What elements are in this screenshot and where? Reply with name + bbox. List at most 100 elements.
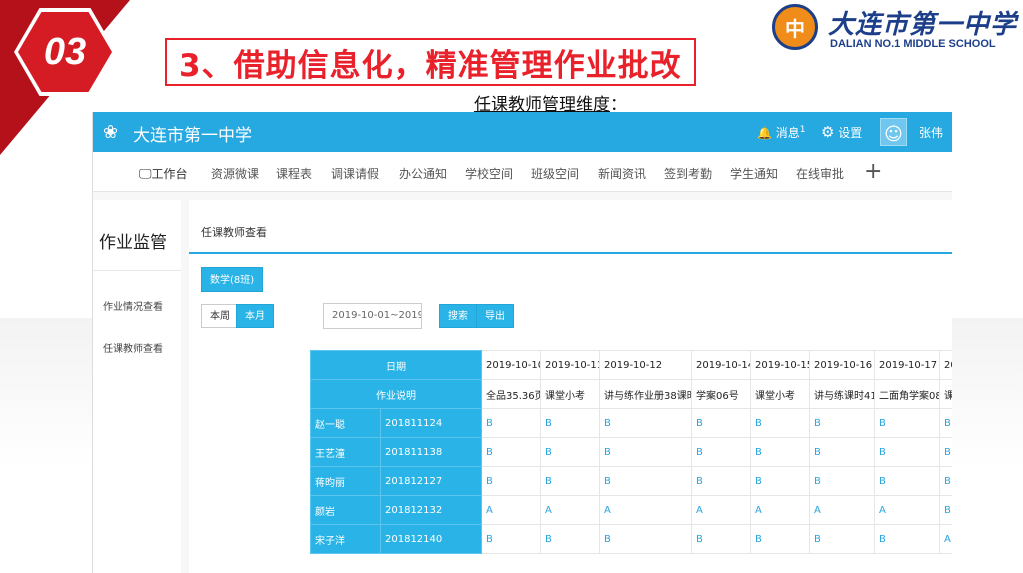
nav-item-leave[interactable]: 调课请假 — [331, 165, 379, 182]
table-row[interactable]: 宋子洋201812140BBBBBBBAB — [310, 524, 952, 554]
nav-item-office-notice[interactable]: 办公通知 — [399, 165, 447, 182]
gear-icon: ⚙ — [821, 123, 835, 141]
grade-cell[interactable]: B — [540, 437, 600, 467]
grade-cell[interactable]: B — [809, 466, 875, 496]
date-cell: 2019-10-10 — [481, 350, 541, 380]
grade-cell[interactable]: A — [874, 495, 940, 525]
grade-cell[interactable]: B — [750, 437, 810, 467]
description-cell: 讲与练课时41 — [809, 379, 875, 409]
grade-cell[interactable]: B — [939, 437, 952, 467]
student-name-cell[interactable]: 赵一聪 — [310, 408, 381, 438]
grade-cell[interactable]: A — [750, 495, 810, 525]
grade-cell[interactable]: B — [599, 466, 692, 496]
student-name-cell[interactable]: 颜岩 — [310, 495, 381, 525]
sidebar-item-teacher-view[interactable]: 任课教师查看 — [103, 340, 163, 355]
student-id-cell: 201811124 — [380, 408, 482, 438]
grade-cell[interactable]: B — [540, 524, 600, 554]
grade-cell[interactable]: B — [691, 408, 751, 438]
grade-cell[interactable]: A — [540, 495, 600, 525]
grade-cell[interactable]: A — [599, 495, 692, 525]
monitor-icon: 🖵 — [139, 167, 152, 182]
column-header-date: 日期 — [310, 350, 482, 380]
grade-cell[interactable]: B — [809, 437, 875, 467]
slide-title: 3、借助信息化，精准管理作业批改 — [165, 38, 696, 86]
description-cell: 讲与练作业册38课时 — [599, 379, 692, 409]
table-row[interactable]: 蒋昀丽201812127BBBBBBBBA — [310, 466, 952, 496]
search-button[interactable]: 搜索 — [439, 304, 477, 328]
school-name-en: DALIAN NO.1 MIDDLE SCHOOL — [830, 38, 996, 50]
date-range-input[interactable]: 2019-10-01~2019-1 — [323, 303, 422, 329]
table-header-dates: 日期 2019-10-10 2019-10-11 2019-10-12 2019-10-… — [310, 350, 952, 380]
period-this-month-button[interactable]: 本月 — [236, 304, 274, 328]
username[interactable]: 张伟 — [919, 124, 943, 141]
grade-cell[interactable]: B — [809, 408, 875, 438]
column-header-description: 作业说明 — [310, 379, 482, 409]
grade-cell[interactable]: B — [939, 495, 952, 525]
date-cell: 2019-10-14 — [691, 350, 751, 380]
user-avatar-icon[interactable]: ☺ — [880, 118, 907, 146]
subject-tab-math[interactable]: 数学(8班) — [201, 267, 264, 292]
homework-grade-table: 日期 2019-10-10 2019-10-11 2019-10-12 2019-10-… — [310, 350, 952, 573]
grade-cell[interactable]: B — [691, 524, 751, 554]
nav-item-resources[interactable]: 资源微课 — [211, 165, 259, 182]
grade-cell[interactable]: B — [691, 466, 751, 496]
grade-cell[interactable]: B — [599, 408, 692, 438]
table-row[interactable]: 赵一聪201811124BBBBBBBBB — [310, 408, 952, 438]
panel-title-underline — [189, 252, 952, 254]
period-this-week-button[interactable]: 本周 — [201, 304, 239, 328]
date-cell: 2019-10-12 — [599, 350, 692, 380]
grade-cell[interactable]: B — [874, 437, 940, 467]
grade-cell[interactable]: B — [750, 524, 810, 554]
student-name-cell[interactable]: 宋子洋 — [310, 524, 381, 554]
nav-item-attendance[interactable]: 签到考勤 — [664, 165, 712, 182]
grade-cell[interactable]: A — [809, 495, 875, 525]
export-button[interactable]: 导出 — [476, 304, 514, 328]
grade-cell[interactable]: B — [540, 466, 600, 496]
nav-item-online-approval[interactable]: 在线审批 — [796, 165, 844, 182]
main-panel: 任课教师查看 数学(8班) 本周 本月 2019-10-01~2019-1 搜索… — [189, 200, 952, 573]
nav-item-class-space[interactable]: 班级空间 — [531, 165, 579, 182]
table-row[interactable]: 王艺潼201811138BBBBBBBBB — [310, 437, 952, 467]
nav-add-icon[interactable]: + — [864, 159, 882, 184]
description-cell: 学案06号 — [691, 379, 751, 409]
student-name-cell[interactable]: 蒋昀丽 — [310, 466, 381, 496]
grade-cell[interactable]: B — [750, 466, 810, 496]
grade-cell[interactable]: B — [939, 408, 952, 438]
sidebar-divider — [93, 270, 181, 271]
grade-cell[interactable]: B — [481, 437, 541, 467]
student-id-cell: 201812127 — [380, 466, 482, 496]
grade-cell[interactable]: B — [874, 408, 940, 438]
grade-cell[interactable]: B — [691, 437, 751, 467]
table-header-descriptions: 作业说明 全品35.36页 课堂小考 讲与练作业册38课时 学案06号 课堂小考 讲与练课时… — [310, 379, 952, 409]
grade-cell[interactable]: B — [481, 466, 541, 496]
grade-cell[interactable]: B — [939, 466, 952, 496]
sidebar-item-homework-status[interactable]: 作业情况查看 — [103, 298, 163, 313]
date-cell: 2019-10-18 — [939, 350, 952, 380]
grade-cell[interactable]: A — [691, 495, 751, 525]
nav-item-school-space[interactable]: 学校空间 — [465, 165, 513, 182]
grade-cell[interactable]: B — [874, 466, 940, 496]
settings-button[interactable]: ⚙ 设置 — [821, 123, 862, 141]
grade-cell[interactable]: B — [481, 524, 541, 554]
grade-cell[interactable]: B — [481, 408, 541, 438]
nav-item-timetable[interactable]: 课程表 — [276, 165, 312, 182]
app-brand-name[interactable]: 大连市第一中学 — [133, 121, 252, 146]
grade-cell[interactable]: B — [599, 437, 692, 467]
nav-item-news[interactable]: 新闻资讯 — [598, 165, 646, 182]
messages-button[interactable]: 🔔 消息1 — [757, 124, 806, 141]
grade-cell[interactable]: A — [939, 524, 952, 554]
description-cell: 课堂小考 — [540, 379, 600, 409]
nav-item-student-notice[interactable]: 学生通知 — [730, 165, 778, 182]
app-topbar: ❀ 大连市第一中学 🔔 消息1 ⚙ 设置 ☺ 张伟 — [93, 112, 952, 152]
grade-cell[interactable]: B — [599, 524, 692, 554]
panel-title: 任课教师查看 — [201, 226, 267, 239]
grade-cell[interactable]: B — [540, 408, 600, 438]
grade-cell[interactable]: A — [481, 495, 541, 525]
grade-cell[interactable]: B — [874, 524, 940, 554]
grade-cell[interactable]: B — [809, 524, 875, 554]
student-name-cell[interactable]: 王艺潼 — [310, 437, 381, 467]
grade-cell[interactable]: B — [750, 408, 810, 438]
date-cell: 2019-10-16 — [809, 350, 875, 380]
nav-item-workbench[interactable]: 🖵工作台 — [139, 165, 188, 182]
table-row[interactable]: 颜岩201812132AAAAAAABB — [310, 495, 952, 525]
